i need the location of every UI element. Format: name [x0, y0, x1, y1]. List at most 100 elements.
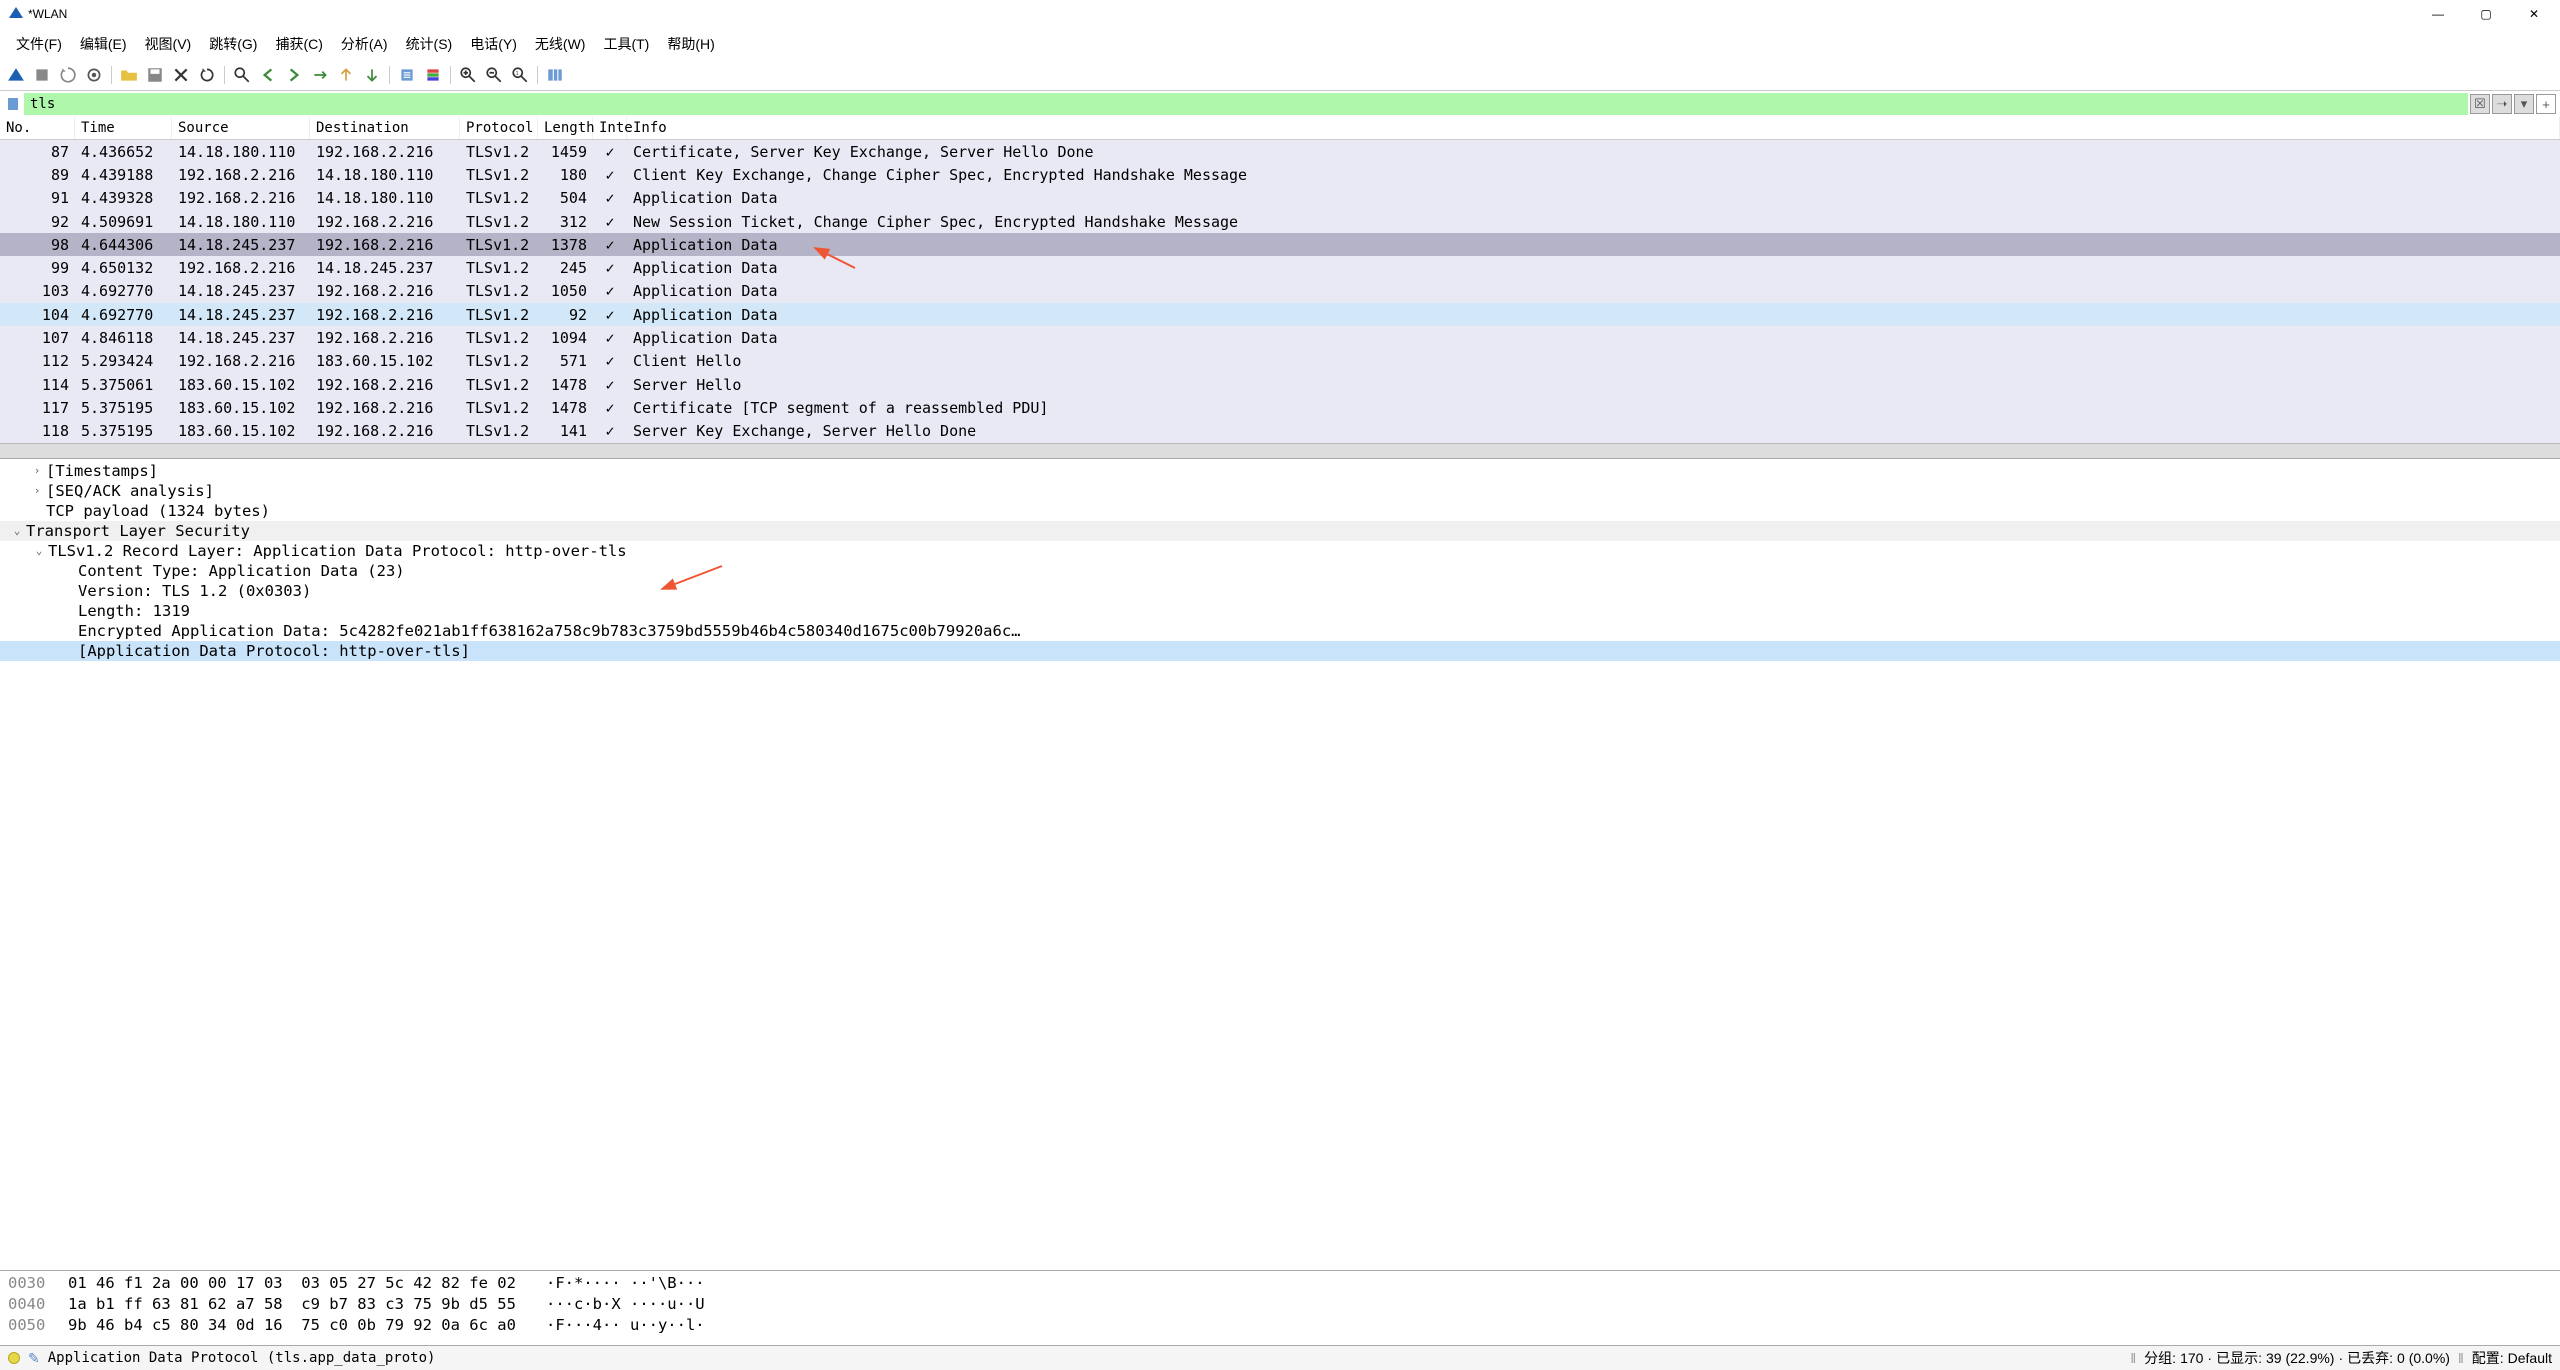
go-last-icon[interactable]: [360, 63, 384, 87]
packet-list-header: No. Time Source Destination Protocol Len…: [0, 117, 2560, 140]
status-profile-value: Default: [2508, 1350, 2552, 1366]
zoom-in-icon[interactable]: [456, 63, 480, 87]
col-header-protocol[interactable]: Protocol: [460, 117, 538, 139]
menu-tools[interactable]: 工具(T): [595, 30, 657, 58]
status-packets-value: 170: [2180, 1350, 2203, 1366]
status-dropped-label: 已丢弃:: [2347, 1348, 2393, 1368]
filter-apply-button[interactable]: ➝: [2492, 94, 2512, 114]
packet-row[interactable]: 1044.69277014.18.245.237192.168.2.216TLS…: [0, 303, 2560, 326]
menu-view[interactable]: 视图(V): [137, 30, 200, 58]
packet-details[interactable]: ›[Timestamps] ›[SEQ/ACK analysis] TCP pa…: [0, 459, 2560, 1271]
detail-app-proto[interactable]: [Application Data Protocol: http-over-tl…: [78, 642, 470, 660]
restart-capture-icon[interactable]: [56, 63, 80, 87]
col-header-destination[interactable]: Destination: [310, 117, 460, 139]
packet-row[interactable]: 984.64430614.18.245.237192.168.2.216TLSv…: [0, 233, 2560, 256]
status-profile-label: 配置:: [2472, 1348, 2504, 1368]
status-packets-label: 分组:: [2144, 1348, 2176, 1368]
status-displayed-value: 39 (22.9%): [2266, 1350, 2334, 1366]
packet-row[interactable]: 874.43665214.18.180.110192.168.2.216TLSv…: [0, 140, 2560, 163]
save-file-icon[interactable]: [143, 63, 167, 87]
menu-telephony[interactable]: 电话(Y): [462, 30, 525, 58]
filter-history-button[interactable]: ▾: [2514, 94, 2534, 114]
status-displayed-label: 已显示:: [2216, 1348, 2262, 1368]
go-forward-icon[interactable]: [282, 63, 306, 87]
zoom-out-icon[interactable]: [482, 63, 506, 87]
display-filter-input[interactable]: [24, 93, 2468, 115]
hex-row[interactable]: 00509b 46 b4 c5 80 34 0d 16 75 c0 0b 79 …: [8, 1315, 2552, 1336]
menu-analyze[interactable]: 分析(A): [333, 30, 396, 58]
hex-row[interactable]: 003001 46 f1 2a 00 00 17 03 03 05 27 5c …: [8, 1273, 2552, 1294]
horizontal-scrollbar[interactable]: [0, 443, 2560, 458]
packet-row[interactable]: 914.439328192.168.2.21614.18.180.110TLSv…: [0, 187, 2560, 210]
menu-edit[interactable]: 编辑(E): [72, 30, 135, 58]
col-header-length[interactable]: Length: [538, 117, 593, 139]
expand-icon[interactable]: ›: [30, 484, 44, 497]
close-file-icon[interactable]: [169, 63, 193, 87]
edit-icon[interactable]: ✎: [28, 1350, 40, 1367]
status-dropped-value: 0 (0.0%): [2397, 1350, 2450, 1366]
packet-row[interactable]: 1185.375195183.60.15.102192.168.2.216TLS…: [0, 420, 2560, 443]
close-button[interactable]: ✕: [2516, 2, 2552, 26]
colorize-icon[interactable]: [421, 63, 445, 87]
minimize-button[interactable]: —: [2420, 2, 2456, 26]
detail-tcp-payload[interactable]: TCP payload (1324 bytes): [46, 502, 270, 520]
packet-row[interactable]: 924.50969114.18.180.110192.168.2.216TLSv…: [0, 210, 2560, 233]
hex-pane[interactable]: 003001 46 f1 2a 00 00 17 03 03 05 27 5c …: [0, 1271, 2560, 1346]
packet-list: No. Time Source Destination Protocol Len…: [0, 117, 2560, 459]
detail-tls[interactable]: Transport Layer Security: [26, 522, 250, 540]
resize-columns-icon[interactable]: [543, 63, 567, 87]
packet-row[interactable]: 1074.84611814.18.245.237192.168.2.216TLS…: [0, 326, 2560, 349]
expert-info-icon[interactable]: [8, 1352, 20, 1364]
col-header-inte[interactable]: Inte: [593, 117, 627, 139]
toolbar: 1: [0, 60, 2560, 91]
col-header-info[interactable]: Info: [627, 117, 2560, 139]
col-header-time[interactable]: Time: [75, 117, 172, 139]
detail-enc-data[interactable]: Encrypted Application Data: 5c4282fe021a…: [78, 622, 1021, 640]
packet-row[interactable]: 1175.375195183.60.15.102192.168.2.216TLS…: [0, 396, 2560, 419]
filter-clear-button[interactable]: ☒: [2470, 94, 2490, 114]
packet-row[interactable]: 994.650132192.168.2.21614.18.245.237TLSv…: [0, 256, 2560, 279]
collapse-icon[interactable]: ⌄: [10, 524, 24, 537]
detail-timestamps[interactable]: [Timestamps]: [46, 462, 158, 480]
go-first-icon[interactable]: [334, 63, 358, 87]
detail-record-layer[interactable]: TLSv1.2 Record Layer: Application Data P…: [48, 542, 627, 560]
packet-row[interactable]: 1125.293424192.168.2.216183.60.15.102TLS…: [0, 350, 2560, 373]
col-header-source[interactable]: Source: [172, 117, 310, 139]
packet-row[interactable]: 1034.69277014.18.245.237192.168.2.216TLS…: [0, 280, 2560, 303]
zoom-reset-icon[interactable]: 1: [508, 63, 532, 87]
capture-options-icon[interactable]: [82, 63, 106, 87]
detail-content-type[interactable]: Content Type: Application Data (23): [78, 562, 405, 580]
menubar: 文件(F) 编辑(E) 视图(V) 跳转(G) 捕获(C) 分析(A) 统计(S…: [0, 28, 2560, 60]
menu-help[interactable]: 帮助(H): [659, 30, 722, 58]
menu-go[interactable]: 跳转(G): [201, 30, 265, 58]
packet-list-body[interactable]: 874.43665214.18.180.110192.168.2.216TLSv…: [0, 140, 2560, 443]
open-file-icon[interactable]: [117, 63, 141, 87]
detail-seqack[interactable]: [SEQ/ACK analysis]: [46, 482, 214, 500]
detail-version[interactable]: Version: TLS 1.2 (0x0303): [78, 582, 311, 600]
statusbar: ✎ Application Data Protocol (tls.app_dat…: [0, 1346, 2560, 1370]
detail-length[interactable]: Length: 1319: [78, 602, 190, 620]
packet-row[interactable]: 894.439188192.168.2.21614.18.180.110TLSv…: [0, 163, 2560, 186]
go-back-icon[interactable]: [256, 63, 280, 87]
find-icon[interactable]: [230, 63, 254, 87]
hex-row[interactable]: 00401a b1 ff 63 81 62 a7 58 c9 b7 83 c3 …: [8, 1294, 2552, 1315]
collapse-icon[interactable]: ⌄: [32, 544, 46, 557]
menu-wireless[interactable]: 无线(W): [527, 30, 594, 58]
go-to-packet-icon[interactable]: [308, 63, 332, 87]
menu-file[interactable]: 文件(F): [8, 30, 70, 58]
filter-add-button[interactable]: +: [2536, 94, 2556, 114]
menu-statistics[interactable]: 统计(S): [398, 30, 461, 58]
col-header-no[interactable]: No.: [0, 117, 75, 139]
expand-icon[interactable]: ›: [30, 464, 44, 477]
svg-text:1: 1: [516, 71, 519, 77]
maximize-button[interactable]: ▢: [2468, 2, 2504, 26]
titlebar: *WLAN — ▢ ✕: [0, 0, 2560, 28]
start-capture-icon[interactable]: [4, 63, 28, 87]
menu-capture[interactable]: 捕获(C): [267, 30, 330, 58]
auto-scroll-icon[interactable]: [395, 63, 419, 87]
stop-capture-icon[interactable]: [30, 63, 54, 87]
filter-bookmark-icon[interactable]: [4, 95, 22, 113]
reload-icon[interactable]: [195, 63, 219, 87]
packet-row[interactable]: 1145.375061183.60.15.102192.168.2.216TLS…: [0, 373, 2560, 396]
window-title: *WLAN: [28, 7, 67, 21]
